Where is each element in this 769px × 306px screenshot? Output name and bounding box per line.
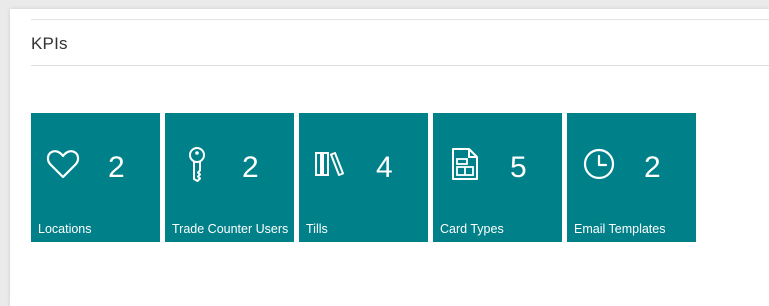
divider: [31, 19, 769, 20]
divider: [31, 65, 769, 66]
kpi-label: Locations: [38, 222, 92, 236]
key-icon: [179, 146, 215, 182]
kpi-tiles: 2 Locations 2 Trade Counter Users 4 Till…: [31, 113, 696, 242]
kpi-label: Tills: [306, 222, 328, 236]
kpi-label: Email Templates: [574, 222, 666, 236]
kpi-label: Card Types: [440, 222, 504, 236]
tile-trade-counter-users[interactable]: 2 Trade Counter Users: [165, 113, 294, 242]
library-books-icon: [313, 146, 349, 182]
kpi-value: 2: [242, 151, 259, 184]
tile-email-templates[interactable]: 2 Email Templates: [567, 113, 696, 242]
tile-card-types[interactable]: 5 Card Types: [433, 113, 562, 242]
kpi-value: 4: [376, 151, 393, 184]
tile-tills[interactable]: 4 Tills: [299, 113, 428, 242]
kpi-value: 5: [510, 151, 527, 184]
kpis-panel: KPIs 2 Locations 2 Trade Counter Users 4…: [10, 9, 769, 306]
clock-icon: [581, 146, 617, 182]
kpi-value: 2: [644, 151, 661, 184]
heart-icon: [45, 146, 81, 182]
kpi-label: Trade Counter Users: [172, 222, 289, 236]
kpi-value: 2: [108, 151, 125, 184]
tile-locations[interactable]: 2 Locations: [31, 113, 160, 242]
calculator-icon: [447, 146, 483, 182]
section-title: KPIs: [31, 34, 68, 53]
